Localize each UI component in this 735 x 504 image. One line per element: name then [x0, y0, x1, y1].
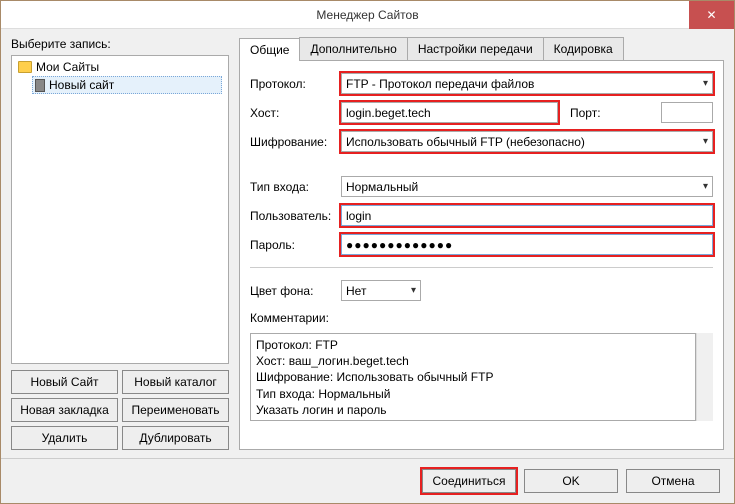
separator: [250, 267, 713, 268]
tabbar: Общие Дополнительно Настройки передачи К…: [239, 37, 724, 61]
protocol-value: FTP - Протокол передачи файлов: [346, 77, 534, 91]
server-icon: [35, 79, 45, 92]
tab-transfer[interactable]: Настройки передачи: [407, 37, 544, 60]
cancel-button[interactable]: Отмена: [626, 469, 720, 493]
encryption-select[interactable]: Использовать обычный FTP (небезопасно) ▾: [341, 131, 713, 152]
comments-scrollbar[interactable]: [696, 333, 713, 421]
left-panel: Выберите запись: Мои Сайты Новый сайт Но…: [11, 37, 229, 450]
bgcolor-value: Нет: [346, 284, 366, 298]
ok-button[interactable]: OK: [524, 469, 618, 493]
tree-item-new-site[interactable]: Новый сайт: [32, 76, 222, 94]
tab-charset[interactable]: Кодировка: [543, 37, 624, 60]
right-panel: Общие Дополнительно Настройки передачи К…: [239, 37, 724, 450]
protocol-label: Протокол:: [250, 77, 335, 91]
duplicate-button[interactable]: Дублировать: [122, 426, 229, 450]
chevron-down-icon: ▾: [703, 136, 708, 147]
close-button[interactable]: ✕: [689, 1, 734, 29]
row-bgcolor: Цвет фона: Нет ▾: [250, 280, 713, 301]
comment-line: Тип входа: Нормальный: [256, 386, 690, 402]
tab-advanced[interactable]: Дополнительно: [299, 37, 407, 60]
connect-button[interactable]: Соединиться: [422, 469, 516, 493]
row-encryption: Шифрование: Использовать обычный FTP (не…: [250, 131, 713, 152]
password-input[interactable]: [341, 234, 713, 255]
tab-general-pane: Протокол: FTP - Протокол передачи файлов…: [239, 61, 724, 450]
new-folder-button[interactable]: Новый каталог: [122, 370, 229, 394]
row-logon: Тип входа: Нормальный ▾: [250, 176, 713, 197]
password-label: Пароль:: [250, 238, 335, 252]
tree-root-label: Мои Сайты: [36, 60, 99, 74]
comment-line: Указать логин и пароль: [256, 402, 690, 418]
row-password: Пароль:: [250, 234, 713, 255]
site-manager-window: Менеджер Сайтов ✕ Выберите запись: Мои С…: [0, 0, 735, 504]
dialog-footer: Соединиться OK Отмена: [1, 458, 734, 503]
protocol-select[interactable]: FTP - Протокол передачи файлов ▾: [341, 73, 713, 94]
bgcolor-label: Цвет фона:: [250, 284, 335, 298]
port-input[interactable]: [661, 102, 713, 123]
row-user: Пользователь:: [250, 205, 713, 226]
window-title: Менеджер Сайтов: [316, 8, 418, 22]
close-icon: ✕: [706, 8, 716, 22]
dialog-body: Выберите запись: Мои Сайты Новый сайт Но…: [1, 29, 734, 458]
chevron-down-icon: ▾: [703, 78, 708, 89]
chevron-down-icon: ▾: [703, 181, 708, 192]
comment-line: Протокол: FTP: [256, 337, 690, 353]
host-input[interactable]: [341, 102, 558, 123]
comments-label: Комментарии:: [250, 311, 713, 325]
comment-line: Хост: ваш_логин.beget.tech: [256, 353, 690, 369]
host-label: Хост:: [250, 106, 335, 120]
tree-root[interactable]: Мои Сайты: [18, 60, 222, 74]
tab-general[interactable]: Общие: [239, 38, 300, 61]
select-entry-label: Выберите запись:: [11, 37, 229, 51]
row-host: Хост: Порт:: [250, 102, 713, 123]
chevron-down-icon: ▾: [411, 285, 416, 296]
encryption-value: Использовать обычный FTP (небезопасно): [346, 135, 585, 149]
new-site-button[interactable]: Новый Сайт: [11, 370, 118, 394]
logon-value: Нормальный: [346, 180, 418, 194]
comment-line: Шифрование: Использовать обычный FTP: [256, 369, 690, 385]
bgcolor-select[interactable]: Нет ▾: [341, 280, 421, 301]
logon-label: Тип входа:: [250, 180, 335, 194]
user-label: Пользователь:: [250, 209, 335, 223]
comments-textarea[interactable]: Протокол: FTP Хост: ваш_логин.beget.tech…: [250, 333, 696, 421]
port-label: Порт:: [570, 106, 655, 120]
new-bookmark-button[interactable]: Новая закладка: [11, 398, 118, 422]
folder-icon: [18, 61, 32, 73]
user-input[interactable]: [341, 205, 713, 226]
delete-button[interactable]: Удалить: [11, 426, 118, 450]
titlebar: Менеджер Сайтов ✕: [1, 1, 734, 29]
site-buttons: Новый Сайт Новый каталог Новая закладка …: [11, 370, 229, 450]
logon-select[interactable]: Нормальный ▾: [341, 176, 713, 197]
tree-item-label: Новый сайт: [49, 78, 114, 92]
row-protocol: Протокол: FTP - Протокол передачи файлов…: [250, 73, 713, 94]
rename-button[interactable]: Переименовать: [122, 398, 229, 422]
site-tree[interactable]: Мои Сайты Новый сайт: [11, 55, 229, 364]
encryption-label: Шифрование:: [250, 135, 335, 149]
